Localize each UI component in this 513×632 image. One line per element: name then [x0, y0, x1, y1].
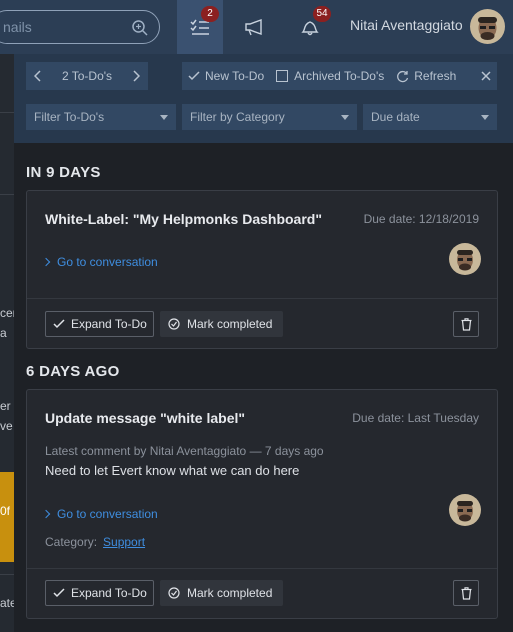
expand-todo-button[interactable]: Expand To-Do: [45, 580, 154, 606]
search-input[interactable]: [3, 19, 123, 35]
section-title: 6 DAYS AGO: [26, 363, 120, 380]
todos-nav-button[interactable]: 2: [177, 0, 223, 54]
chevron-left-icon[interactable]: [34, 70, 42, 82]
todo-title[interactable]: Update message "white label": [45, 410, 245, 426]
expand-todo-button[interactable]: Expand To-Do: [45, 311, 154, 337]
go-to-conversation-label: Go to conversation: [57, 507, 158, 521]
background-text: 0f: [0, 504, 11, 518]
search-icon[interactable]: [131, 19, 149, 37]
chevron-right-icon[interactable]: [132, 70, 140, 82]
assignee-avatar[interactable]: [449, 494, 481, 526]
delete-button[interactable]: [453, 580, 479, 606]
user-avatar[interactable]: [470, 9, 505, 44]
caret-down-icon: [341, 114, 349, 120]
todo-card: White-Label: "My Helpmonks Dashboard" Du…: [26, 190, 498, 349]
announcements-nav-button[interactable]: [232, 0, 278, 54]
refresh-button[interactable]: Refresh: [396, 69, 456, 83]
user-name[interactable]: Nitai Aventaggiato: [350, 17, 463, 33]
check-circle-icon: [168, 318, 180, 330]
toolbar-actions: New To-Do Archived To-Do's Refresh: [182, 62, 497, 90]
divider: [0, 574, 14, 575]
trash-icon: [461, 317, 471, 331]
search-box[interactable]: [0, 10, 160, 44]
todo-count-badge: 2: [201, 6, 219, 22]
caret-down-icon: [481, 114, 489, 120]
check-circle-icon: [168, 587, 180, 599]
refresh-icon: [397, 70, 409, 82]
divider: [0, 112, 14, 113]
background-text: ve: [0, 419, 13, 433]
filter-todos-select[interactable]: Filter To-Do's: [26, 104, 176, 130]
filter-category-select[interactable]: Filter by Category: [182, 104, 357, 130]
mark-completed-button[interactable]: Mark completed: [160, 580, 283, 606]
todo-pager: 2 To-Do's: [26, 62, 148, 90]
archived-label: Archived To-Do's: [294, 69, 385, 83]
notification-count-badge: 54: [313, 6, 331, 22]
section-title: IN 9 DAYS: [26, 164, 101, 181]
background-text: a: [0, 326, 7, 340]
expand-label: Expand To-Do: [71, 586, 147, 600]
complete-label: Mark completed: [187, 586, 273, 600]
complete-label: Mark completed: [187, 317, 273, 331]
pager-label: 2 To-Do's: [61, 69, 113, 83]
todo-card: Update message "white label" Due date: L…: [26, 389, 498, 619]
expand-label: Expand To-Do: [71, 317, 147, 331]
archived-checkbox[interactable]: [276, 70, 289, 82]
archived-todos-toggle[interactable]: Archived To-Do's: [276, 69, 384, 83]
background-content: cer a er ve 0f ate: [0, 54, 14, 632]
go-to-conversation-link[interactable]: Go to conversation: [41, 255, 158, 269]
todo-title[interactable]: White-Label: "My Helpmonks Dashboard": [45, 211, 322, 227]
latest-comment-text: Need to let Evert know what we can do he…: [45, 463, 300, 478]
background-text: er: [0, 399, 11, 413]
top-header: 2 54 Nitai Aventaggiato: [0, 0, 513, 54]
latest-comment-meta: Latest comment by Nitai Aventaggiato — 7…: [45, 444, 324, 458]
card-divider: [27, 298, 497, 299]
chevron-right-link-icon: [41, 257, 51, 267]
go-to-conversation-link[interactable]: Go to conversation: [41, 507, 158, 521]
megaphone-icon: [245, 19, 262, 36]
background-text: cer: [0, 306, 14, 320]
category-label: Category:: [45, 535, 98, 549]
close-icon[interactable]: [481, 71, 491, 81]
filter-todos-label: Filter To-Do's: [34, 110, 105, 124]
delete-button[interactable]: [453, 311, 479, 337]
due-date-select[interactable]: Due date: [363, 104, 497, 130]
card-divider: [27, 568, 497, 569]
due-date: Due date: 12/18/2019: [363, 212, 479, 226]
todo-panel: 2 To-Do's New To-Do Archived To-Do's Ref…: [14, 54, 513, 632]
mark-completed-button[interactable]: Mark completed: [160, 311, 283, 337]
due-date: Due date: Last Tuesday: [352, 411, 479, 425]
background-text: ate: [0, 596, 14, 610]
notifications-nav-button[interactable]: 54: [287, 0, 333, 54]
todo-toolbar: 2 To-Do's New To-Do Archived To-Do's Ref…: [14, 54, 513, 143]
divider: [0, 194, 14, 195]
chevron-right-link-icon: [41, 509, 51, 519]
category-link[interactable]: Support: [103, 535, 145, 549]
go-to-conversation-label: Go to conversation: [57, 255, 158, 269]
filter-category-label: Filter by Category: [190, 110, 285, 124]
check-icon: [53, 319, 65, 329]
new-todo-button[interactable]: New To-Do: [188, 69, 264, 83]
check-icon: [53, 588, 65, 598]
caret-down-icon: [160, 114, 168, 120]
category-row: Category: Support: [45, 535, 145, 549]
trash-icon: [461, 586, 471, 600]
check-icon: [188, 71, 200, 81]
assignee-avatar[interactable]: [449, 243, 481, 275]
refresh-label: Refresh: [414, 69, 457, 83]
new-todo-label: New To-Do: [205, 69, 265, 83]
due-date-label: Due date: [371, 110, 420, 124]
